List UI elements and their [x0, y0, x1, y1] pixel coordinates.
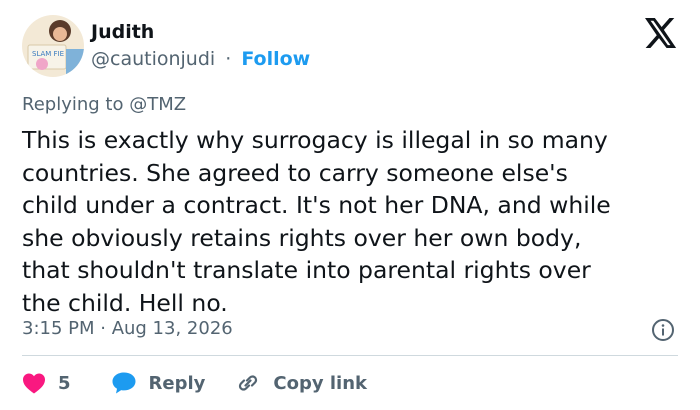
action-bar: 5 Reply Copy link	[22, 366, 367, 400]
author-name[interactable]: Judith	[91, 21, 154, 43]
reply-button[interactable]: Reply	[111, 371, 206, 395]
x-logo-icon[interactable]	[644, 18, 678, 48]
reply-context[interactable]: Replying to @TMZ	[22, 94, 186, 115]
copy-link-label: Copy link	[273, 372, 367, 394]
handle-separator: ·	[225, 48, 232, 70]
follow-button[interactable]: Follow	[241, 48, 310, 70]
author-handle-row: @cautionjudi · Follow	[91, 48, 310, 70]
reply-label: Reply	[148, 372, 206, 394]
author-handle[interactable]: @cautionjudi	[91, 48, 215, 70]
tweet-text: This is exactly why surrogacy is illegal…	[22, 124, 682, 320]
tweet-line: the child. Hell no.	[22, 288, 228, 317]
speech-bubble-icon	[112, 372, 136, 394]
copy-link-button[interactable]: Copy link	[235, 371, 367, 395]
heart-icon	[23, 373, 45, 394]
like-count: 5	[58, 372, 71, 394]
timestamp[interactable]: 3:15 PM · Aug 13, 2026	[22, 318, 233, 339]
tweet-line: child under a contract. It's not her DNA…	[22, 191, 611, 220]
avatar-image: SLAM FIE	[22, 15, 84, 77]
link-icon	[239, 375, 258, 391]
avatar-sign-text: SLAM FIE	[32, 50, 64, 58]
tweet-line: she obviously retains rights over her ow…	[22, 223, 582, 252]
like-button[interactable]: 5	[22, 372, 71, 394]
tweet-line: that shouldn't translate into parental r…	[22, 256, 591, 285]
avatar[interactable]: SLAM FIE	[22, 15, 84, 77]
info-icon[interactable]	[651, 318, 675, 342]
divider	[22, 355, 678, 356]
tweet-line: This is exactly why surrogacy is illegal…	[22, 126, 608, 154]
tweet-card: SLAM FIE Judith @cautionjudi · Follow Re…	[0, 0, 700, 410]
tweet-line: countries. She agreed to carry someone e…	[22, 158, 568, 187]
